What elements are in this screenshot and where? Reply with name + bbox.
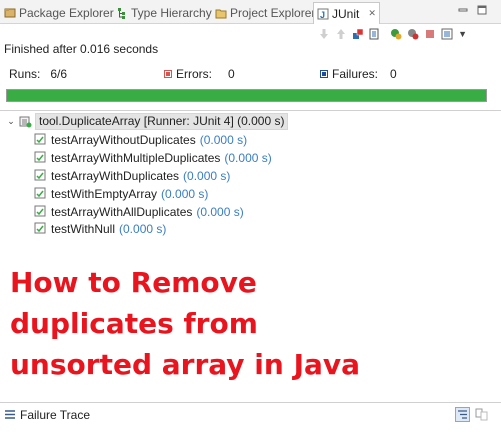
test-name: testWithEmptyArray: [51, 186, 158, 201]
test-pass-icon: [34, 222, 46, 234]
runs-label: Runs:: [9, 67, 41, 81]
test-name: testArrayWithoutDuplicates: [51, 132, 196, 147]
suite-time: (0.000 s): [237, 114, 285, 128]
run-counters: Runs: 6/6 Errors: 0 Failures: 0: [0, 63, 501, 85]
failures-label: Failures:: [332, 67, 379, 81]
progress-fill: [7, 90, 486, 101]
svg-text:J: J: [320, 10, 325, 20]
test-time: (0.000 s): [199, 132, 248, 147]
test-run-history-icon[interactable]: [441, 28, 453, 40]
project-explorer-icon: [215, 9, 227, 19]
type-hierarchy-icon: [118, 8, 125, 19]
overlay-line: How to Remove: [10, 266, 257, 299]
maximize-icon[interactable]: [477, 5, 487, 15]
test-time: (0.000 s): [161, 186, 209, 201]
rerun-failures-first-icon[interactable]: [407, 28, 419, 40]
tab-label: Package Explorer: [19, 6, 114, 20]
filter-stack-trace-icon[interactable]: [455, 407, 470, 422]
junit-toolbar: ▼: [318, 25, 467, 43]
expand-collapse-icon[interactable]: ⌄: [6, 116, 16, 126]
failures-counter: Failures: 0: [320, 67, 397, 81]
chevron-down-icon[interactable]: ▼: [458, 29, 467, 39]
failure-trace-title: Failure Trace: [20, 408, 91, 422]
stack-trace-icon: [5, 410, 15, 419]
test-item[interactable]: testWithEmptyArray (0.000 s): [34, 185, 208, 202]
junit-icon: J: [317, 8, 329, 20]
failure-icon: [320, 70, 328, 78]
test-pass-icon: [34, 151, 46, 163]
errors-label: Errors:: [176, 67, 212, 81]
tree-root-label: tool.DuplicateArray [Runner: JUnit 4] (0…: [35, 112, 289, 130]
tab-label: Project Explorer: [230, 6, 316, 20]
test-item[interactable]: testWithNull (0.000 s): [34, 220, 166, 237]
close-icon[interactable]: ✕: [368, 8, 376, 19]
tab-junit[interactable]: J JUnit ✕: [313, 2, 380, 24]
runs-counter: Runs: 6/6: [9, 67, 67, 81]
previous-failure-icon[interactable]: [335, 28, 347, 40]
test-pass-icon: [34, 133, 46, 145]
test-pass-icon: [34, 205, 46, 217]
test-item[interactable]: testArrayWithMultipleDuplicates (0.000 s…: [34, 149, 272, 166]
test-pass-icon: [34, 187, 46, 199]
failure-trace-header: Failure Trace: [0, 404, 501, 426]
compare-result-icon[interactable]: [474, 407, 489, 422]
test-time: (0.000 s): [224, 150, 272, 165]
test-suite-pass-icon: [19, 116, 32, 127]
tab-type-hierarchy[interactable]: Type Hierarchy: [116, 3, 212, 23]
tree-root-suite[interactable]: ⌄ tool.DuplicateArray [Runner: JUnit 4] …: [6, 112, 289, 130]
test-time: (0.000 s): [196, 204, 244, 219]
test-progress-bar: [6, 89, 487, 102]
test-name: testArrayWithDuplicates: [51, 168, 180, 183]
test-time: (0.000 s): [119, 221, 167, 236]
package-explorer-icon: [4, 8, 16, 18]
error-icon: [164, 70, 172, 78]
tab-label: JUnit: [332, 6, 360, 21]
test-name: testArrayWithAllDuplicates: [51, 204, 193, 219]
article-title-overlay: How to Remove duplicates from unsorted a…: [10, 262, 470, 385]
stop-run-icon[interactable]: [424, 28, 436, 40]
overlay-line: unsorted array in Java: [10, 348, 361, 381]
tab-package-explorer[interactable]: Package Explorer: [4, 3, 114, 23]
test-name: testWithNull: [51, 221, 116, 236]
divider: [0, 402, 501, 403]
errors-counter: Errors: 0: [164, 67, 235, 81]
errors-value: 0: [228, 67, 235, 81]
failures-value: 0: [390, 67, 397, 81]
test-time: (0.000 s): [183, 168, 231, 183]
tab-project-explorer[interactable]: Project Explorer: [215, 3, 315, 23]
test-item[interactable]: testArrayWithAllDuplicates (0.000 s): [34, 203, 244, 220]
rerun-test-icon[interactable]: [390, 28, 402, 40]
run-status: Finished after 0.016 seconds: [4, 42, 159, 56]
scroll-lock-icon[interactable]: [369, 28, 381, 40]
next-failure-icon[interactable]: [318, 28, 330, 40]
runs-value: 6/6: [50, 67, 68, 81]
test-pass-icon: [34, 169, 46, 181]
suite-runner: [Runner: JUnit 4]: [143, 114, 234, 128]
tab-label: Type Hierarchy: [131, 6, 212, 20]
test-item[interactable]: testArrayWithoutDuplicates (0.000 s): [34, 131, 247, 148]
test-name: testArrayWithMultipleDuplicates: [51, 150, 221, 165]
test-item[interactable]: testArrayWithDuplicates (0.000 s): [34, 167, 230, 184]
minimize-icon[interactable]: [458, 5, 468, 15]
show-failures-only-icon[interactable]: [352, 28, 364, 40]
view-tab-bar: Package Explorer Type Hierarchy Project …: [0, 0, 501, 24]
overlay-line: duplicates from: [10, 307, 258, 340]
suite-name: tool.DuplicateArray: [39, 114, 141, 128]
divider: [0, 110, 501, 111]
